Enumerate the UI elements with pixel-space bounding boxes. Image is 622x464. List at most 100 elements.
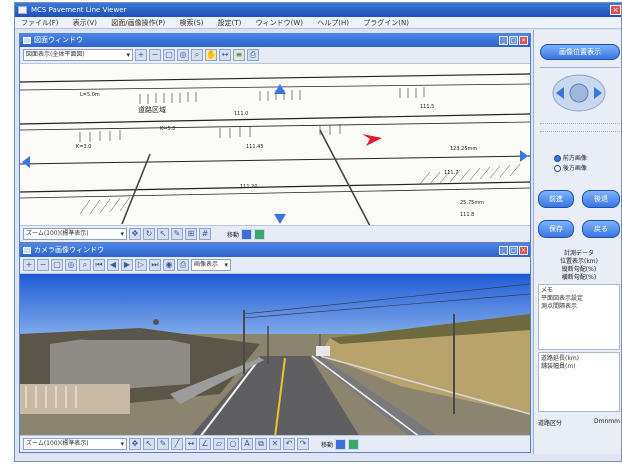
pan-icon[interactable]: ✥: [129, 228, 141, 240]
next-frame-icon[interactable]: ▷: [135, 259, 147, 271]
application-window: MCS Pavement Line Viewer × ファイル(F) 表示(V)…: [14, 2, 622, 462]
measure-icon[interactable]: ↔: [185, 438, 197, 450]
menu-view[interactable]: 表示(V): [67, 17, 103, 29]
zoom-in-icon[interactable]: +: [135, 49, 147, 61]
menu-help[interactable]: ヘルプ(H): [311, 17, 355, 29]
menu-window[interactable]: ウィンドウ(W): [250, 17, 309, 29]
delete-icon[interactable]: ✕: [269, 438, 281, 450]
label-width-2: 25.75mm: [460, 200, 484, 206]
zoom-reset-icon[interactable]: ⌕: [191, 49, 203, 61]
measurement-line-3: 横断勾配(%): [561, 274, 597, 281]
radio-rear[interactable]: 後方画像: [554, 164, 587, 174]
side-divider: [540, 64, 620, 68]
plan-drawing-canvas[interactable]: 道路区域 L=5.0m 111.0 K=5.0 K=3.0 111.45 111…: [20, 64, 530, 227]
save-button[interactable]: 保存: [538, 220, 574, 238]
measurement-line-1: 位置表示(km): [559, 258, 598, 265]
redo-icon[interactable]: ↷: [297, 438, 309, 450]
info-icon[interactable]: [241, 228, 253, 240]
map-icon[interactable]: [348, 438, 360, 450]
drawing-move-label: 移動: [227, 231, 240, 239]
forward-button[interactable]: 前進: [538, 190, 574, 208]
return-button[interactable]: 戻る: [582, 220, 620, 238]
plan-drawing: 道路区域 L=5.0m 111.0 K=5.0 K=3.0 111.45 111…: [20, 64, 530, 227]
select-icon[interactable]: ↖: [143, 438, 155, 450]
measure-icon[interactable]: ↔: [219, 49, 231, 61]
zoom-in-icon[interactable]: +: [23, 259, 35, 271]
detail-box[interactable]: 道路延長(km) 舗装幅員(m): [538, 352, 620, 412]
app-title: MCS Pavement Line Viewer: [31, 6, 127, 14]
map-icon[interactable]: [254, 228, 266, 240]
backward-button[interactable]: 後退: [582, 190, 620, 208]
photo-zoom-select[interactable]: ズーム(100)(標準表示): [23, 438, 127, 450]
drawing-toolbar: 図面表示(全体平面図) + − ▢ ◎ ⌕ ✋ ↔ ≡ ⎙: [20, 47, 530, 64]
label-elev-2: 111.45: [246, 144, 264, 150]
line-icon[interactable]: ╱: [171, 438, 183, 450]
grid-icon[interactable]: #: [199, 228, 211, 240]
road-camera-image[interactable]: [20, 274, 530, 435]
side-footer: 道路区分 Dmnmm: [538, 418, 620, 427]
zoom-out-icon[interactable]: −: [149, 49, 161, 61]
close-button[interactable]: ×: [519, 36, 528, 45]
navigation-pad[interactable]: [552, 74, 606, 112]
select-icon[interactable]: ↖: [157, 228, 169, 240]
area-icon[interactable]: ▱: [213, 438, 225, 450]
copy-icon[interactable]: ⧉: [255, 438, 267, 450]
zoom-area-icon[interactable]: ▢: [163, 49, 175, 61]
photo-panel-titlebar: カメラ画像ウィンドウ _ □ ×: [20, 244, 530, 257]
menu-settings[interactable]: 設定(T): [212, 17, 248, 29]
panel-icon: [23, 37, 31, 44]
zoom-fit-icon[interactable]: ◎: [177, 49, 189, 61]
zoom-reset-icon[interactable]: ⌕: [79, 259, 91, 271]
drawing-view-select[interactable]: 図面表示(全体平面図): [23, 49, 133, 61]
maximize-button[interactable]: □: [509, 36, 518, 45]
pan-icon[interactable]: ✥: [129, 438, 141, 450]
app-close-button[interactable]: ×: [610, 5, 621, 15]
photo-view-select[interactable]: 画像表示: [191, 259, 231, 271]
minimize-button[interactable]: _: [499, 36, 508, 45]
pen-icon[interactable]: ✎: [157, 438, 169, 450]
save-image-icon[interactable]: ⎙: [177, 259, 189, 271]
info-icon[interactable]: [335, 438, 347, 450]
zoom-out-icon[interactable]: −: [37, 259, 49, 271]
maximize-button[interactable]: □: [509, 246, 518, 255]
label-l: L=5.0m: [80, 92, 100, 98]
ruler-icon[interactable]: ⊞: [185, 228, 197, 240]
minimize-button[interactable]: _: [499, 246, 508, 255]
memo-box[interactable]: メモ 平面図表示設定 測点間隔表示: [538, 284, 620, 350]
undo-icon[interactable]: ↶: [283, 438, 295, 450]
menu-search[interactable]: 検索(S): [174, 17, 210, 29]
layers-icon[interactable]: ≡: [233, 49, 245, 61]
close-button[interactable]: ×: [519, 246, 528, 255]
menu-plugin[interactable]: プラグイン(N): [357, 17, 415, 29]
camera-icon[interactable]: ◉: [163, 259, 175, 271]
image-position-button[interactable]: 画像位置表示: [540, 44, 620, 60]
zoom-fit-icon[interactable]: ◎: [65, 259, 77, 271]
pen-icon[interactable]: ✎: [171, 228, 183, 240]
drawing-zoom-select[interactable]: ズーム(100)(標準表示): [23, 228, 127, 240]
road-photo: [20, 274, 530, 435]
radio-front[interactable]: 前方画像: [554, 154, 587, 164]
label-elev-3: 111.5: [420, 104, 434, 110]
hand-icon[interactable]: ✋: [205, 49, 217, 61]
circle-icon[interactable]: ○: [227, 438, 239, 450]
label-elev-6: 111.8: [460, 212, 474, 218]
prev-frame-icon[interactable]: ◀: [107, 259, 119, 271]
zoom-area-icon[interactable]: ▢: [51, 259, 63, 271]
drawing-panel: 図面ウィンドウ _ □ × 図面表示(全体平面図) + − ▢ ◎ ⌕ ✋ ↔ …: [19, 33, 531, 243]
measurement-line-2: 縦断勾配(%): [561, 266, 597, 273]
text-icon[interactable]: A: [241, 438, 253, 450]
memo-line-1: 平面図表示設定: [541, 295, 584, 302]
label-width-1: 123.25mm: [450, 146, 477, 152]
play-icon[interactable]: ▶: [121, 259, 133, 271]
first-frame-icon[interactable]: ⏮: [93, 259, 105, 271]
app-icon: [18, 6, 27, 14]
angle-icon[interactable]: ∠: [199, 438, 211, 450]
menu-operate[interactable]: 図面/画像操作(P): [105, 17, 171, 29]
print-icon[interactable]: ⎙: [247, 49, 259, 61]
menu-file[interactable]: ファイル(F): [15, 17, 65, 29]
photo-toolbar: + − ▢ ◎ ⌕ ⏮ ◀ ▶ ▷ ⏭ ◉ ⎙ 画像表示: [20, 257, 530, 274]
detail-line-2: 舗装幅員(m): [541, 363, 576, 370]
last-frame-icon[interactable]: ⏭: [149, 259, 161, 271]
memo-line-2: 測点間隔表示: [541, 303, 578, 310]
rotate-icon[interactable]: ↻: [143, 228, 155, 240]
